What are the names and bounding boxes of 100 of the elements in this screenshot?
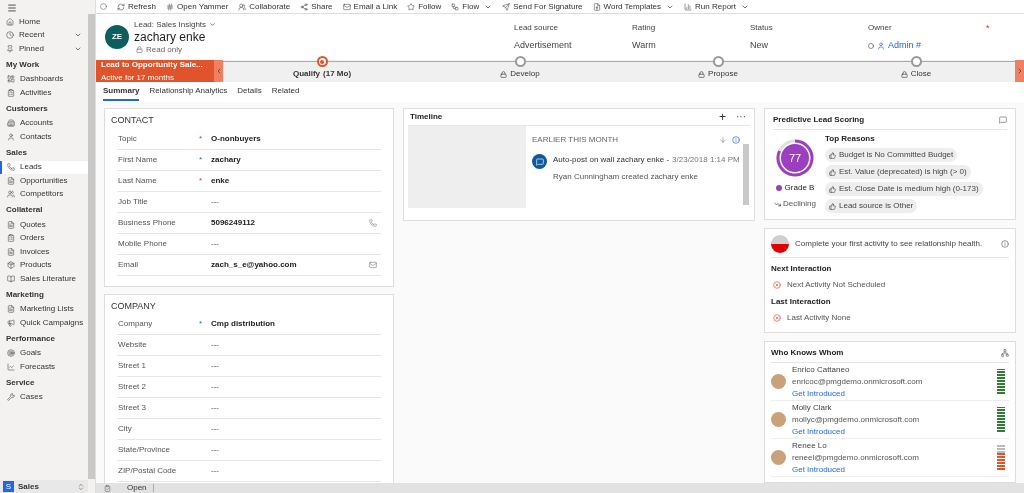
nav-item[interactable]: Accounts xyxy=(0,116,88,130)
scrollbar[interactable] xyxy=(743,144,749,205)
field-value[interactable]: --- xyxy=(211,339,381,351)
nav-item[interactable]: Opportunities xyxy=(0,174,88,188)
chart-icon xyxy=(7,362,15,371)
mail-icon[interactable] xyxy=(369,260,377,269)
info-icon[interactable] xyxy=(1001,240,1009,248)
dashboard-icon xyxy=(7,75,15,84)
card-title: Who Knows Whom xyxy=(771,347,845,359)
section-title: COMPANY xyxy=(110,299,157,313)
field-value[interactable]: --- xyxy=(211,237,381,250)
tab[interactable]: Details xyxy=(237,83,262,101)
nav-item[interactable]: Leads xyxy=(0,160,88,174)
nav-item[interactable]: Cases xyxy=(0,390,88,404)
nav-item[interactable]: Quick Campaigns xyxy=(0,316,88,330)
process-flag[interactable]: Lead to Opportunity Sale... Active for 17 months xyxy=(96,60,214,82)
nav-item[interactable]: Recent xyxy=(0,28,88,42)
stage-label[interactable]: Propose xyxy=(708,68,738,80)
field-value[interactable]: zach_s_e@yahoo.com xyxy=(211,258,369,271)
document-icon xyxy=(7,176,15,185)
phone-icon[interactable] xyxy=(369,218,377,227)
field-value[interactable]: 5096249112 xyxy=(211,216,369,229)
command-button[interactable]: Run Report xyxy=(684,0,749,13)
tab[interactable]: Relationship Analytics xyxy=(149,83,228,101)
command-button[interactable]: Email a Link xyxy=(342,0,398,13)
form-selector[interactable]: Lead: Sales Insights xyxy=(134,18,207,31)
area-switcher[interactable]: Sales xyxy=(18,480,73,493)
scrollbar[interactable] xyxy=(88,14,95,479)
tab[interactable]: Related xyxy=(271,83,300,101)
previous-stage-button[interactable] xyxy=(214,60,223,82)
get-introduced-link[interactable]: Get Introduced xyxy=(792,425,845,438)
stage-label[interactable]: Close xyxy=(910,68,932,80)
nav-item[interactable]: Home xyxy=(0,15,88,29)
reason-text: Lead source is Other xyxy=(839,200,914,212)
field-value[interactable]: zachary xyxy=(211,153,381,166)
nav-item[interactable]: Marketing Lists xyxy=(0,302,88,316)
nav-group-heading: My Work xyxy=(5,58,41,71)
nav-item[interactable]: Forecasts xyxy=(0,360,88,374)
nav-item[interactable]: Invoices xyxy=(0,245,88,259)
document-icon xyxy=(7,247,15,256)
nav-item[interactable]: Orders xyxy=(0,231,88,245)
command-button[interactable]: Share xyxy=(300,0,333,13)
stage-duration: (17 Mo) xyxy=(323,68,352,80)
field-value[interactable]: --- xyxy=(211,402,381,414)
nav-item[interactable]: Quotes xyxy=(0,218,88,232)
command-button[interactable]: Send For Signature xyxy=(502,0,583,13)
field-label: Website xyxy=(117,339,148,351)
post-title[interactable]: Auto-post on wall zachary enke - xyxy=(553,154,670,166)
error-icon xyxy=(773,281,781,289)
lock-icon xyxy=(900,70,908,78)
command-button[interactable]: Collaborate xyxy=(238,0,291,13)
section-title: CONTACT xyxy=(110,114,155,127)
nav-item[interactable]: Dashboards xyxy=(0,72,88,86)
field-value[interactable]: O-nonbuyers xyxy=(211,132,381,145)
post-body: Ryan Cunningham created zachary enke xyxy=(553,171,699,183)
refresh-icon xyxy=(117,2,125,11)
network-icon[interactable] xyxy=(1001,349,1009,357)
circle-icon[interactable] xyxy=(100,3,107,10)
nav-item[interactable]: Products xyxy=(0,258,88,272)
command-button[interactable]: Follow xyxy=(407,0,442,13)
field-value[interactable]: --- xyxy=(211,195,381,208)
read-only-label: Read only xyxy=(146,44,183,56)
command-button[interactable]: Flow xyxy=(451,0,493,13)
nav-group-heading: Marketing xyxy=(5,288,45,301)
stage-label[interactable]: Develop xyxy=(510,68,540,80)
thumbs-up-icon xyxy=(829,202,836,210)
get-introduced-link[interactable]: Get Introduced xyxy=(792,387,845,400)
get-introduced-link[interactable]: Get Introduced xyxy=(792,463,845,476)
field-value[interactable]: Cmp distribution xyxy=(211,318,381,330)
person-email: reneel@pmgdemo.onmicrosoft.com xyxy=(792,451,920,464)
nav-item[interactable]: Pinned xyxy=(0,42,88,56)
comment-icon[interactable] xyxy=(999,116,1007,124)
lock-icon xyxy=(136,46,143,53)
add-button[interactable]: + xyxy=(719,111,726,123)
stage-label[interactable]: Qualify xyxy=(292,68,321,80)
info-icon[interactable] xyxy=(732,136,740,144)
field-value[interactable]: --- xyxy=(211,381,381,393)
command-button[interactable]: Open Yammer xyxy=(166,0,229,13)
command-button[interactable]: Word Templates xyxy=(592,0,675,13)
command-button[interactable]: Refresh xyxy=(117,0,156,13)
field-value[interactable]: --- xyxy=(211,465,381,477)
nav-item[interactable]: Activities xyxy=(0,86,88,100)
field-value[interactable]: enke xyxy=(211,174,381,187)
nav-item[interactable]: Competitors xyxy=(0,187,88,201)
status-icon xyxy=(104,484,111,492)
nav-item[interactable]: Sales Literature xyxy=(0,272,88,286)
field-value[interactable]: --- xyxy=(211,444,381,456)
interaction-value: Next Activity Not Scheduled xyxy=(787,279,886,291)
sort-icon[interactable] xyxy=(719,136,727,144)
document-icon xyxy=(7,305,15,314)
nav-item[interactable]: Contacts xyxy=(0,130,88,144)
next-stage-button[interactable] xyxy=(1015,60,1024,82)
more-button[interactable]: ··· xyxy=(736,112,750,122)
field-value[interactable]: --- xyxy=(211,360,381,372)
menu-icon[interactable] xyxy=(7,2,17,13)
field-value[interactable]: --- xyxy=(211,423,381,435)
owner-link[interactable]: Admin # xyxy=(888,38,922,53)
nav-item[interactable]: Goals xyxy=(0,346,88,360)
person-name: Enrico Cattaneo xyxy=(792,363,851,376)
field-label: Job Title xyxy=(117,195,149,208)
